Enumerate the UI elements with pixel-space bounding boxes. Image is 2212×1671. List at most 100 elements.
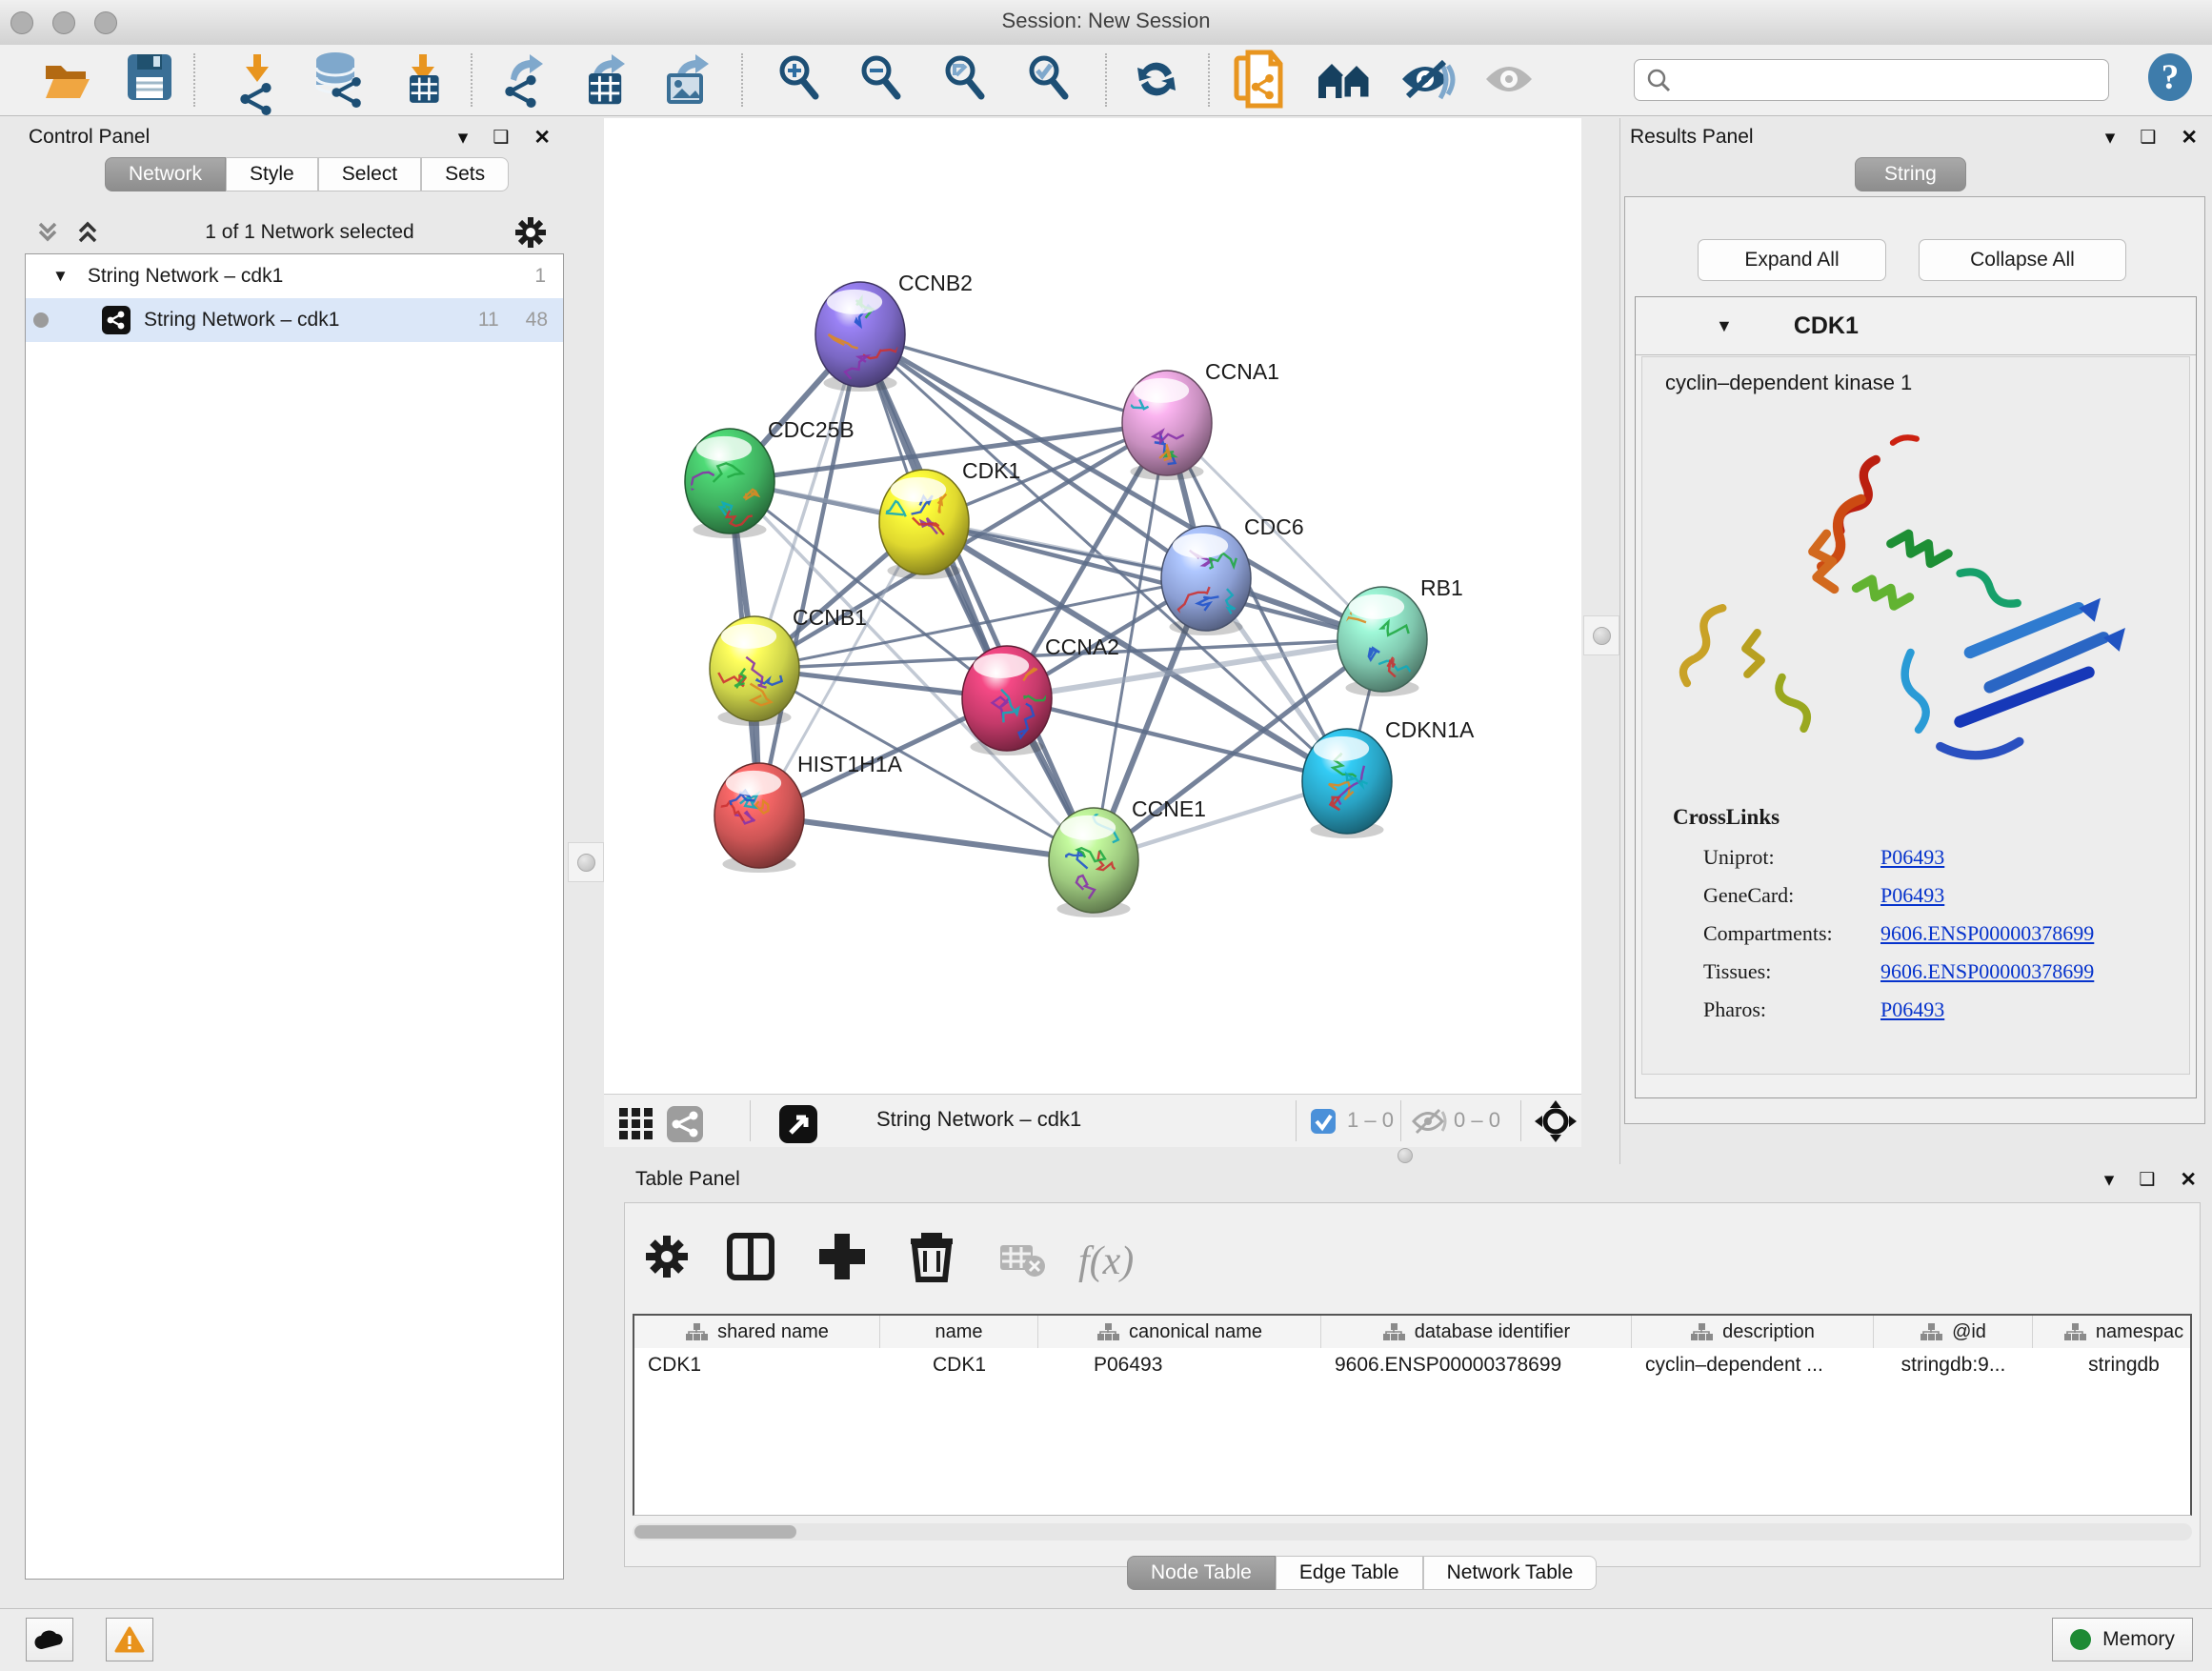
panel-close-icon[interactable]: ✕ xyxy=(2181,126,2198,150)
table-cell[interactable]: P06493 xyxy=(1038,1348,1321,1382)
column-header-database-identifier[interactable]: database identifier xyxy=(1321,1316,1632,1348)
search-box[interactable] xyxy=(1634,59,2109,101)
entry-collapse-arrow-icon[interactable]: ▼ xyxy=(1716,316,1733,336)
hide-selected-eye-icon[interactable] xyxy=(1402,62,1453,98)
table-cell[interactable]: CDK1 xyxy=(634,1348,880,1382)
network-node-ccnb2[interactable]: CCNB2 xyxy=(815,271,973,392)
tab-edge-table[interactable]: Edge Table xyxy=(1276,1556,1423,1590)
import-network-icon[interactable] xyxy=(240,54,271,115)
zoom-fit-icon[interactable] xyxy=(948,58,981,96)
network-edge[interactable] xyxy=(759,815,1094,860)
node-label: CDC25B xyxy=(768,417,855,442)
open-file-icon[interactable] xyxy=(46,66,90,98)
help-button[interactable]: ? xyxy=(2148,53,2192,101)
table-cell[interactable]: stringdb xyxy=(2033,1348,2192,1382)
import-network-database-icon[interactable] xyxy=(316,52,361,108)
network-edge[interactable] xyxy=(759,334,860,815)
export-image-icon[interactable] xyxy=(667,54,709,104)
node-result-header[interactable]: ▼ CDK1 xyxy=(1636,297,2196,355)
network-edge[interactable] xyxy=(860,334,1094,860)
panel-collapse-icon[interactable]: ▾ xyxy=(2104,1168,2115,1192)
expand-all-chevrons-icon[interactable] xyxy=(34,218,67,247)
tab-network[interactable]: Network xyxy=(105,157,226,191)
refresh-view-icon[interactable] xyxy=(1137,63,1176,96)
network-node-ccne1[interactable]: CCNE1 xyxy=(1049,796,1206,917)
table-horizontal-scrollbar[interactable] xyxy=(633,1523,2192,1540)
selected-nodes-checkbox-icon[interactable] xyxy=(1309,1107,1337,1136)
home-houses-icon[interactable] xyxy=(1318,64,1370,98)
export-network-icon[interactable] xyxy=(505,54,543,108)
panel-collapse-icon[interactable]: ▾ xyxy=(2105,126,2116,150)
network-canvas[interactable]: CCNB2CCNA1CDC25BCDK1CDC6RB1CCNB1CCNA2CDK… xyxy=(604,118,1581,1094)
show-all-eye-icon[interactable] xyxy=(1486,67,1532,91)
network-node-cdk1[interactable]: CDK1 xyxy=(879,458,1020,579)
panel-float-icon[interactable]: ❑ xyxy=(2140,127,2156,149)
network-options-gear-icon[interactable] xyxy=(513,214,549,251)
cloud-status-button[interactable] xyxy=(26,1618,73,1661)
network-node-ccna1[interactable]: CCNA1 xyxy=(1122,359,1279,480)
collection-expand-arrow-icon[interactable]: ▼ xyxy=(52,267,69,286)
collection-label: String Network – cdk1 xyxy=(88,265,283,288)
network-row-selected[interactable]: String Network – cdk1 11 48 xyxy=(26,298,563,342)
table-cell[interactable]: cyclin–dependent ... xyxy=(1632,1348,1874,1382)
table-cell[interactable]: stringdb:9... xyxy=(1874,1348,2033,1382)
network-collection-row[interactable]: ▼ String Network – cdk1 1 xyxy=(26,254,563,298)
tab-sets[interactable]: Sets xyxy=(421,157,509,191)
grid-view-icon[interactable] xyxy=(619,1108,653,1139)
search-input[interactable] xyxy=(1671,69,2075,92)
expand-all-button[interactable]: Expand All xyxy=(1698,239,1886,281)
network-node-rb1[interactable]: RB1 xyxy=(1337,575,1463,696)
tab-network-table[interactable]: Network Table xyxy=(1423,1556,1598,1590)
network-node-cdkn1a[interactable]: CDKN1A xyxy=(1302,717,1475,838)
import-table-icon[interactable] xyxy=(410,54,439,103)
tab-string[interactable]: String xyxy=(1855,157,1966,191)
save-session-icon[interactable] xyxy=(128,54,171,100)
memory-button[interactable]: Memory xyxy=(2052,1618,2193,1661)
table-cell[interactable]: CDK1 xyxy=(880,1348,1038,1382)
string-view-icon[interactable] xyxy=(667,1106,703,1142)
column-header-shared-name[interactable]: shared name xyxy=(634,1316,880,1348)
table-options-gear-icon[interactable] xyxy=(646,1236,688,1278)
crosslink-link[interactable]: P06493 xyxy=(1880,883,1944,908)
right-splitter-handle[interactable] xyxy=(1583,615,1619,655)
crosslink-link[interactable]: 9606.ENSP00000378699 xyxy=(1880,959,2094,984)
scrollbar-thumb[interactable] xyxy=(634,1525,796,1539)
horizontal-splitter-handle[interactable] xyxy=(1387,1149,1423,1162)
network-edge[interactable] xyxy=(860,334,1167,423)
network-node-cdc6[interactable]: CDC6 xyxy=(1161,514,1304,635)
column-header-canonical-name[interactable]: canonical name xyxy=(1038,1316,1321,1348)
fit-content-crosshair-icon[interactable] xyxy=(1534,1099,1578,1143)
network-node-hist1h1a[interactable]: HIST1H1A xyxy=(714,752,903,873)
export-table-icon[interactable] xyxy=(589,54,625,104)
collapse-all-chevrons-icon[interactable] xyxy=(74,218,107,247)
birds-eye-view-icon[interactable] xyxy=(777,1095,821,1147)
panel-collapse-icon[interactable]: ▾ xyxy=(458,126,469,150)
zoom-selected-icon[interactable] xyxy=(1032,58,1065,96)
crosslink-link[interactable]: P06493 xyxy=(1880,997,1944,1022)
copy-network-icon[interactable] xyxy=(1237,52,1280,106)
panel-close-icon[interactable]: ✕ xyxy=(533,126,551,150)
tab-style[interactable]: Style xyxy=(226,157,318,191)
show-columns-icon[interactable] xyxy=(730,1236,772,1278)
panel-float-icon[interactable]: ❑ xyxy=(2139,1169,2155,1191)
crosslink-link[interactable]: 9606.ENSP00000378699 xyxy=(1880,921,2094,946)
tab-node-table[interactable]: Node Table xyxy=(1127,1556,1276,1590)
column-header-description[interactable]: description xyxy=(1632,1316,1874,1348)
node-table[interactable]: shared nameCDK1nameCDK1canonical nameP06… xyxy=(633,1314,2192,1516)
zoom-in-icon[interactable] xyxy=(782,58,815,96)
tab-select[interactable]: Select xyxy=(318,157,421,191)
panel-float-icon[interactable]: ❑ xyxy=(493,127,509,149)
add-column-icon[interactable] xyxy=(819,1234,865,1279)
collapse-all-button[interactable]: Collapse All xyxy=(1919,239,2126,281)
column-header-@id[interactable]: @id xyxy=(1874,1316,2033,1348)
column-header-namespac[interactable]: namespac xyxy=(2033,1316,2192,1348)
column-header-name[interactable]: name xyxy=(880,1316,1038,1348)
network-graph[interactable]: CCNB2CCNA1CDC25BCDK1CDC6RB1CCNB1CCNA2CDK… xyxy=(604,118,1581,1094)
left-splitter-handle[interactable] xyxy=(568,842,604,882)
zoom-out-icon[interactable] xyxy=(864,58,897,96)
panel-close-icon[interactable]: ✕ xyxy=(2180,1168,2197,1192)
crosslink-link[interactable]: P06493 xyxy=(1880,845,1944,870)
delete-column-icon[interactable] xyxy=(911,1236,953,1279)
table-cell[interactable]: 9606.ENSP00000378699 xyxy=(1321,1348,1632,1382)
warnings-button[interactable] xyxy=(106,1618,153,1661)
